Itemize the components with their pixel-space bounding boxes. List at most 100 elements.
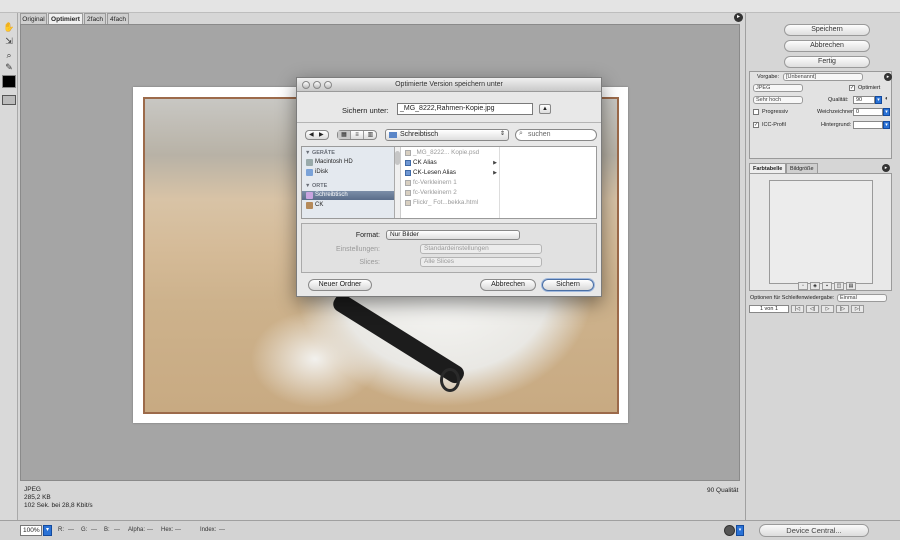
alpha-value: --- (147, 527, 153, 533)
quality-stepper[interactable]: ▾ (875, 96, 882, 104)
expand-dialog-icon[interactable]: ▲ (539, 104, 551, 114)
play-icon[interactable]: ▷ (821, 305, 834, 313)
file-name: fc-Verkleinern 2 (413, 189, 457, 196)
tab-4up[interactable]: 4fach (107, 13, 129, 24)
quality-mask-icon[interactable]: ◐ (885, 96, 889, 102)
last-frame-icon[interactable]: ▷| (851, 305, 864, 313)
slice-visibility-icon[interactable] (2, 95, 16, 105)
zoom-dropdown-arrow[interactable]: ▾ (43, 525, 52, 536)
browser-preview-icon[interactable] (724, 525, 735, 536)
search-icon: ⌕ (519, 130, 523, 137)
new-folder-button[interactable]: Neuer Ordner (308, 279, 372, 291)
file-item[interactable]: fc-Verkleinern 2 (403, 188, 500, 198)
file-item[interactable]: CK Alias ▶ (403, 158, 500, 168)
sidebar-item-macintosh-hd[interactable]: Macintosh HD (302, 158, 394, 167)
places-header: ▼ ORTE (305, 183, 328, 189)
sidebar-item-idisk[interactable]: iDisk (302, 168, 394, 177)
save-dialog: Optimierte Version speichern unter Siche… (296, 77, 602, 297)
quality-level-select[interactable]: Sehr hoch (753, 96, 803, 104)
folder-icon (389, 132, 397, 138)
format-select[interactable]: Nur Bilder (386, 230, 520, 240)
status-quality: 90 Qualität (707, 487, 739, 494)
previous-frame-icon[interactable]: ◁| (806, 305, 819, 313)
settings-select: Standardeinstellungen (420, 244, 542, 254)
icc-profile-checkbox[interactable]: ✓ (753, 122, 759, 128)
tab-color-table[interactable]: Farbtabelle (749, 163, 787, 173)
file-name: _MG_8222... Kopie.psd (413, 149, 480, 156)
save-button[interactable]: Speichern (784, 24, 870, 36)
devices-header: ▼ GERÄTE (305, 150, 335, 156)
matte-color-swatch[interactable] (853, 121, 883, 129)
icc-profile-label: ICC-Profil (762, 122, 786, 128)
sidebar-item-label: Macintosh HD (315, 159, 353, 165)
file-item[interactable]: CK-Lesen Alias ▶ (403, 168, 500, 178)
sidebar-item-ck[interactable]: CK (302, 201, 394, 210)
browser-sidebar: ▼ GERÄTE Macintosh HD iDisk ▼ ORTE Schre… (302, 147, 395, 218)
matte-select-arrow[interactable]: ▾ (883, 121, 890, 129)
lock-color-icon[interactable]: ▪ (822, 282, 832, 290)
device-central-button[interactable]: Device Central... (759, 524, 869, 537)
sidebar-item-label: Schreibtisch (315, 192, 348, 198)
trash-icon[interactable]: ▤ (846, 282, 856, 290)
eyedropper-icon[interactable]: ✎ (2, 61, 16, 73)
blur-input[interactable]: 0 (853, 108, 883, 116)
list-view-icon[interactable]: ≡ (351, 131, 364, 139)
icon-view-icon[interactable]: ▦ (338, 131, 351, 139)
collar-ring-shape (440, 368, 460, 392)
back-icon[interactable]: ◀ (309, 131, 314, 139)
dialog-titlebar: Optimierte Version speichern unter (297, 78, 601, 92)
optimized-checkbox[interactable]: ✓ (849, 85, 855, 91)
forward-icon[interactable]: ▶ (319, 131, 324, 139)
cancel-button[interactable]: Abbrechen (784, 40, 870, 52)
dialog-divider (297, 122, 601, 123)
tab-optimized[interactable]: Optimiert (48, 13, 83, 24)
sidebar-scrollbar[interactable] (395, 147, 401, 218)
next-frame-icon[interactable]: |▷ (836, 305, 849, 313)
preset-select[interactable]: [Unbenannt] (783, 73, 863, 81)
home-icon (306, 202, 313, 209)
eyedropper-color-swatch[interactable] (2, 75, 16, 88)
zoom-icon[interactable]: ⌕ (2, 49, 16, 61)
optimized-label: Optimiert (858, 85, 881, 91)
filename-input[interactable]: _MG_8222,Rahmen-Kopie.jpg (397, 103, 533, 115)
alias-folder-icon (405, 160, 411, 166)
dialog-cancel-button[interactable]: Abbrechen (480, 279, 536, 291)
red-label: R: (58, 527, 64, 533)
location-arrows-icon: ⇕ (500, 131, 506, 137)
hand-icon[interactable]: ✋ (2, 21, 16, 33)
panel-tabs: Farbtabelle Bildgröße ▸ (749, 163, 892, 173)
web-shift-icon[interactable]: ◈ (810, 282, 820, 290)
slice-select-icon[interactable]: ⇲ (2, 35, 16, 47)
color-table-menu-icon[interactable]: ▸ (882, 164, 890, 172)
tab-original[interactable]: Original (20, 13, 47, 24)
browser-select-arrow[interactable]: ▾ (736, 525, 744, 536)
psd-file-icon (405, 150, 411, 156)
back-forward-buttons[interactable]: ◀ ▶ (305, 130, 329, 140)
progressive-checkbox[interactable] (753, 109, 759, 115)
slices-label: Slices: (359, 259, 380, 266)
scrollbar-thumb[interactable] (395, 151, 400, 165)
done-button[interactable]: Fertig (784, 56, 870, 68)
dialog-save-button[interactable]: Sichern (542, 279, 594, 291)
blur-stepper[interactable]: ▾ (883, 108, 890, 116)
tab-2up[interactable]: 2fach (84, 13, 106, 24)
circle-arrow-icon[interactable]: ▸ (734, 13, 743, 22)
quality-input[interactable]: 90 (853, 96, 875, 104)
file-item[interactable]: fc-Verkleinern 1 (403, 178, 500, 188)
tab-image-size[interactable]: Bildgröße (786, 163, 818, 173)
new-color-icon[interactable]: ◫ (834, 282, 844, 290)
file-item[interactable]: _MG_8222... Kopie.psd (403, 148, 500, 158)
search-input[interactable]: suchen (515, 129, 597, 141)
index-value: --- (219, 527, 225, 533)
zoom-field[interactable]: 100% (20, 525, 42, 536)
map-color-icon[interactable]: ▫ (798, 282, 808, 290)
settings-menu-icon[interactable]: ▸ (884, 73, 892, 81)
column-view-icon[interactable]: ▥ (364, 131, 377, 139)
first-frame-icon[interactable]: |◁ (791, 305, 804, 313)
index-label: Index: (200, 527, 217, 533)
file-item[interactable]: Flickr_ Fot...bekka.html (403, 198, 500, 208)
loop-select[interactable]: Einmal (837, 294, 887, 302)
location-select[interactable]: Schreibtisch (385, 129, 509, 141)
sidebar-item-desktop[interactable]: Schreibtisch (302, 191, 394, 200)
format-select[interactable]: JPEG (753, 84, 803, 92)
